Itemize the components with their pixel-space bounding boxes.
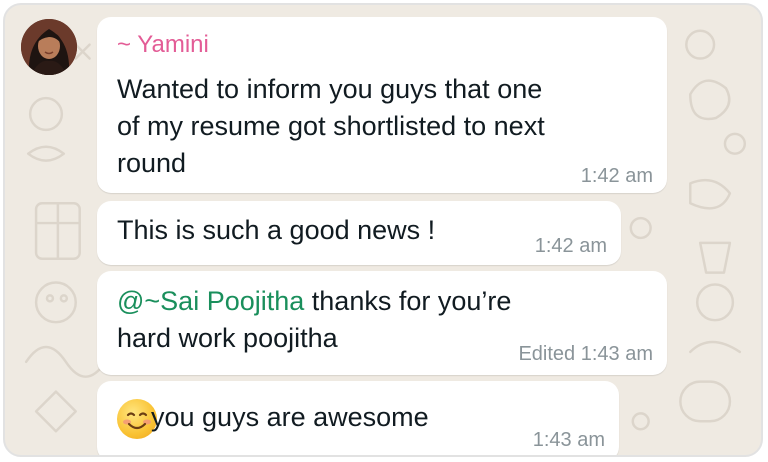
message-line: round: [117, 148, 187, 178]
message-timestamp: 1:42 am: [580, 165, 653, 187]
message-line: Wanted to inform you guys that one: [117, 74, 543, 104]
message-bubble-yamini[interactable]: ~ Yamini Wanted to inform you guys that …: [97, 17, 667, 193]
avatar[interactable]: [21, 19, 77, 75]
message-line: of my resume got shortlisted to next: [117, 111, 545, 141]
message-timestamp: Edited 1:43 am: [518, 343, 653, 365]
chat-window: ~ Yamini Wanted to inform you guys that …: [3, 3, 763, 457]
message-text: @~Sai Poojitha thanks for you’re hard wo…: [117, 283, 511, 357]
message-text: you guys are awesome: [151, 402, 429, 432]
message-timestamp: 1:43 am: [532, 429, 605, 451]
message-line: @~Sai Poojitha thanks for you’re: [117, 283, 511, 320]
message-bubble[interactable]: you guys are awesome 1:43 am: [97, 381, 619, 455]
message-text: Wanted to inform you guys that one of my…: [117, 71, 545, 182]
message-line: hard work poojitha: [117, 323, 338, 353]
profile-photo-icon: [21, 19, 77, 75]
message-line-rest: thanks for you’re: [304, 286, 512, 316]
sender-name[interactable]: ~ Yamini: [117, 31, 209, 59]
message-bubble-edited[interactable]: @~Sai Poojitha thanks for you’re hard wo…: [97, 271, 667, 375]
message-text: This is such a good news !: [117, 215, 436, 245]
message-bubble[interactable]: This is such a good news ! 1:42 am: [97, 201, 621, 265]
message-timestamp: 1:42 am: [534, 235, 607, 257]
mention-link[interactable]: @~Sai Poojitha: [117, 286, 304, 316]
